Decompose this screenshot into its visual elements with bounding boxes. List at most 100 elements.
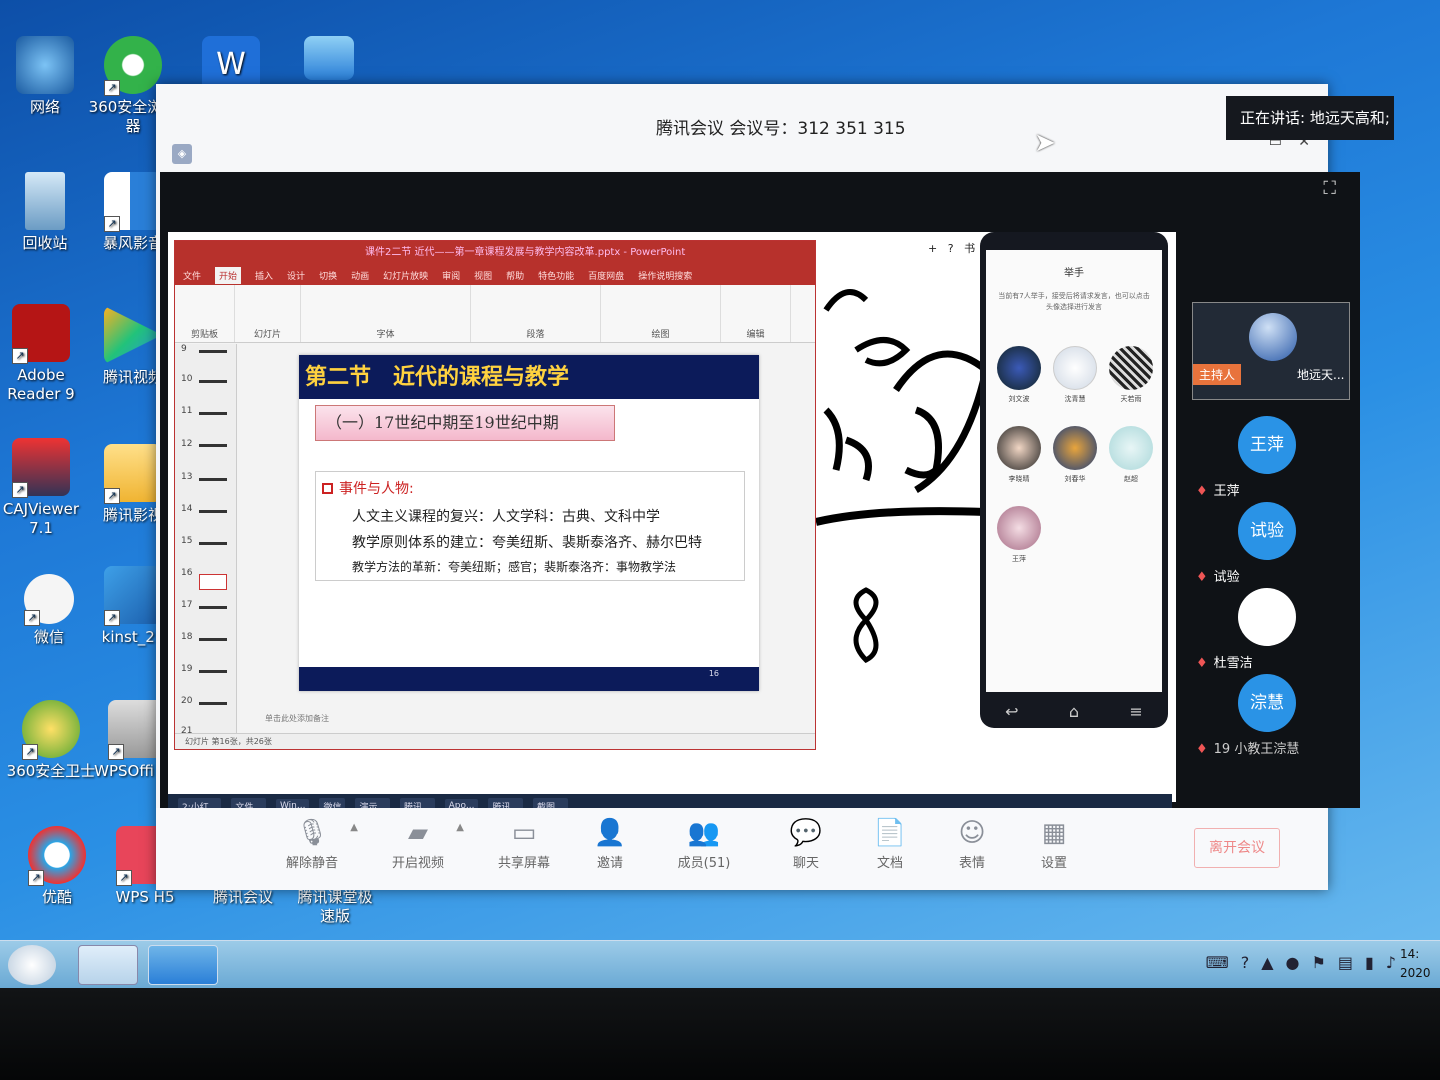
ribbon-group-font[interactable]: 字体 [301, 285, 471, 342]
ppt-tab[interactable]: 帮助 [506, 269, 524, 282]
fullscreen-icon[interactable]: ⛶ [1323, 178, 1336, 199]
wb-tool[interactable]: + [928, 242, 937, 255]
whiteboard[interactable]: + ? 书 [815, 240, 990, 760]
meeting-toolbar: 🎙 ▲ 解除静音 ▰ ▲ 开启视频 ▭ 共享屏幕 👤 邀请 👥 成员(51) 💬… [156, 808, 1328, 890]
current-slide[interactable]: 第二节 近代的课程与教学 （一）17世纪中期至19世纪中期 事件与人物: 人文主… [299, 355, 759, 691]
ppt-tab[interactable]: 切换 [319, 269, 337, 282]
menu-icon[interactable]: ≡ [1129, 702, 1142, 721]
host-video-tile[interactable]: 主持人 地远天... [1192, 302, 1350, 400]
ppt-tab-home[interactable]: 开始 [215, 266, 242, 284]
slide-thumb[interactable] [199, 702, 227, 705]
ribbon-group-drawing[interactable]: 绘图 [601, 285, 721, 342]
slide-thumb[interactable] [199, 412, 227, 415]
desktop-icon-recycle-bin[interactable]: 回收站 [0, 172, 90, 253]
slide-thumb-active[interactable] [199, 574, 227, 590]
wb-tool[interactable]: ? [948, 242, 954, 255]
ppt-tab[interactable]: 动画 [351, 269, 369, 282]
clock[interactable]: 14: 2020 [1400, 945, 1440, 983]
ppt-tab[interactable]: 审阅 [442, 269, 460, 282]
slide-thumb[interactable] [199, 542, 227, 545]
desktop-icon-control-panel[interactable] [284, 36, 374, 84]
hand-raise-person[interactable]: 沈青慧 [1052, 346, 1098, 404]
wb-tool[interactable]: 书 [964, 242, 975, 255]
hand-raise-person[interactable]: 刘文波 [996, 346, 1042, 404]
desktop-icon-360-guard[interactable]: ↗ 360安全卫士 [6, 700, 96, 781]
members-button[interactable]: 👥 成员(51) [666, 818, 742, 871]
clipboard-icon[interactable]: ▤ [1338, 953, 1353, 972]
ribbon-group-paragraph[interactable]: 段落 [471, 285, 601, 342]
desktop-icon-tencent-class[interactable]: 腾讯课堂极速版 [292, 888, 378, 926]
taskbar-app-shield[interactable] [78, 945, 138, 985]
desktop-icon-wechat[interactable]: ↗ 微信 [4, 574, 94, 647]
start-button[interactable] [8, 945, 56, 985]
ppt-tab[interactable]: 百度网盘 [588, 269, 624, 282]
docs-button[interactable]: 📄 文档 [852, 818, 928, 871]
ribbon-group-clipboard[interactable]: 剪贴板 [175, 285, 235, 342]
ppt-tab[interactable]: 文件 [183, 269, 201, 282]
avatar [1249, 313, 1297, 361]
settings-button[interactable]: ▦ 设置 [1016, 818, 1092, 871]
ppt-tab-search[interactable]: 操作说明搜索 [638, 269, 692, 282]
invite-button[interactable]: 👤 邀请 [572, 818, 648, 871]
help-icon[interactable]: ? [1241, 953, 1250, 972]
360-guard-icon: ↗ [22, 700, 80, 760]
back-icon[interactable]: ↩ [1005, 702, 1018, 721]
desktop-icon-tencent-meeting[interactable]: 腾讯会议 [198, 888, 288, 907]
keyboard-icon[interactable]: ⌨ [1206, 953, 1229, 972]
hand-raise-person[interactable]: 李晓晴 [996, 426, 1042, 484]
share-screen-button[interactable]: ▭ 共享屏幕 [486, 818, 562, 871]
up-arrow-icon[interactable]: ▲ [1261, 953, 1273, 972]
leave-meeting-button[interactable]: 离开会议 [1194, 828, 1280, 868]
slide-thumb[interactable] [199, 510, 227, 513]
volume-icon[interactable]: ♪ [1386, 953, 1396, 972]
desktop-icon-adobe-reader[interactable]: ↗ Adobe Reader 9 [0, 304, 86, 404]
flag-icon[interactable]: ⚑ [1312, 953, 1326, 972]
hand-raise-person[interactable]: 刘春华 [1052, 426, 1098, 484]
hand-raise-person[interactable]: 天若雨 [1108, 346, 1154, 404]
caret-up-icon[interactable]: ▲ [350, 822, 358, 833]
slide-header: 第二节 近代的课程与教学 [299, 355, 759, 399]
participant-item[interactable]: 试验 ♦ 试验 [1192, 502, 1322, 585]
desktop-icon-network[interactable]: 网络 [0, 36, 90, 117]
hand-raise-person[interactable]: 王萍 [996, 506, 1042, 564]
control-panel-icon [304, 36, 354, 80]
ppt-tab[interactable]: 视图 [474, 269, 492, 282]
participant-item[interactable]: 王萍 ♦ 王萍 [1192, 416, 1322, 499]
participant-item[interactable]: ♦ 杜雪洁 [1192, 588, 1322, 671]
slide-thumb[interactable] [199, 350, 227, 353]
desktop-icon-youku[interactable]: ↗ 优酷 [12, 826, 102, 907]
slide-notes[interactable]: 单击此处添加备注 [265, 713, 329, 724]
ppt-tab[interactable]: 设计 [287, 269, 305, 282]
slide-thumb[interactable] [199, 670, 227, 673]
ribbon-group-editing[interactable]: 编辑 [721, 285, 791, 342]
toolbar-label: 共享屏幕 [497, 856, 550, 871]
slide-number: 19 [181, 664, 193, 674]
slide-thumb[interactable] [199, 444, 227, 447]
ie-browser-icon: ↗ [104, 36, 162, 96]
security-shield-icon[interactable]: ◈ [172, 144, 192, 164]
system-tray: ⌨ ? ▲ ● ⚑ ▤ ▮ ♪ [1206, 953, 1396, 972]
ribbon-group-slides[interactable]: 幻灯片 [235, 285, 301, 342]
wechat-icon: ↗ [24, 574, 74, 626]
desktop-icon-cajviewer[interactable]: ↗ CAJViewer 7.1 [0, 438, 86, 538]
participant-item[interactable]: 淙慧 ♦ 19 小教王淙慧 [1192, 674, 1322, 757]
speaking-indicator: 正在讲话: 地远天高和; [1226, 96, 1394, 140]
caret-up-icon[interactable]: ▲ [456, 822, 464, 833]
slide-thumb[interactable] [199, 380, 227, 383]
ppt-tab[interactable]: 幻灯片放映 [383, 269, 428, 282]
taskbar-app-tencent-meeting[interactable] [148, 945, 218, 985]
ppt-tab[interactable]: 特色功能 [538, 269, 574, 282]
clock-date: 2020 [1400, 966, 1431, 981]
slide-thumb[interactable] [199, 478, 227, 481]
chat-button[interactable]: 💬 聊天 [768, 818, 844, 871]
home-icon[interactable]: ⌂ [1069, 702, 1079, 721]
start-video-button[interactable]: ▰ ▲ 开启视频 [380, 818, 464, 871]
signal-icon[interactable]: ▮ [1365, 953, 1374, 972]
unmute-button[interactable]: 🎙 ▲ 解除静音 [274, 818, 358, 871]
hand-raise-person[interactable]: 赵超 [1108, 426, 1154, 484]
emoji-button[interactable]: ☺ 表情 [934, 818, 1010, 871]
slide-thumb[interactable] [199, 606, 227, 609]
ppt-tab[interactable]: 插入 [255, 269, 273, 282]
360-tray-icon[interactable]: ● [1286, 953, 1300, 972]
slide-thumb[interactable] [199, 638, 227, 641]
